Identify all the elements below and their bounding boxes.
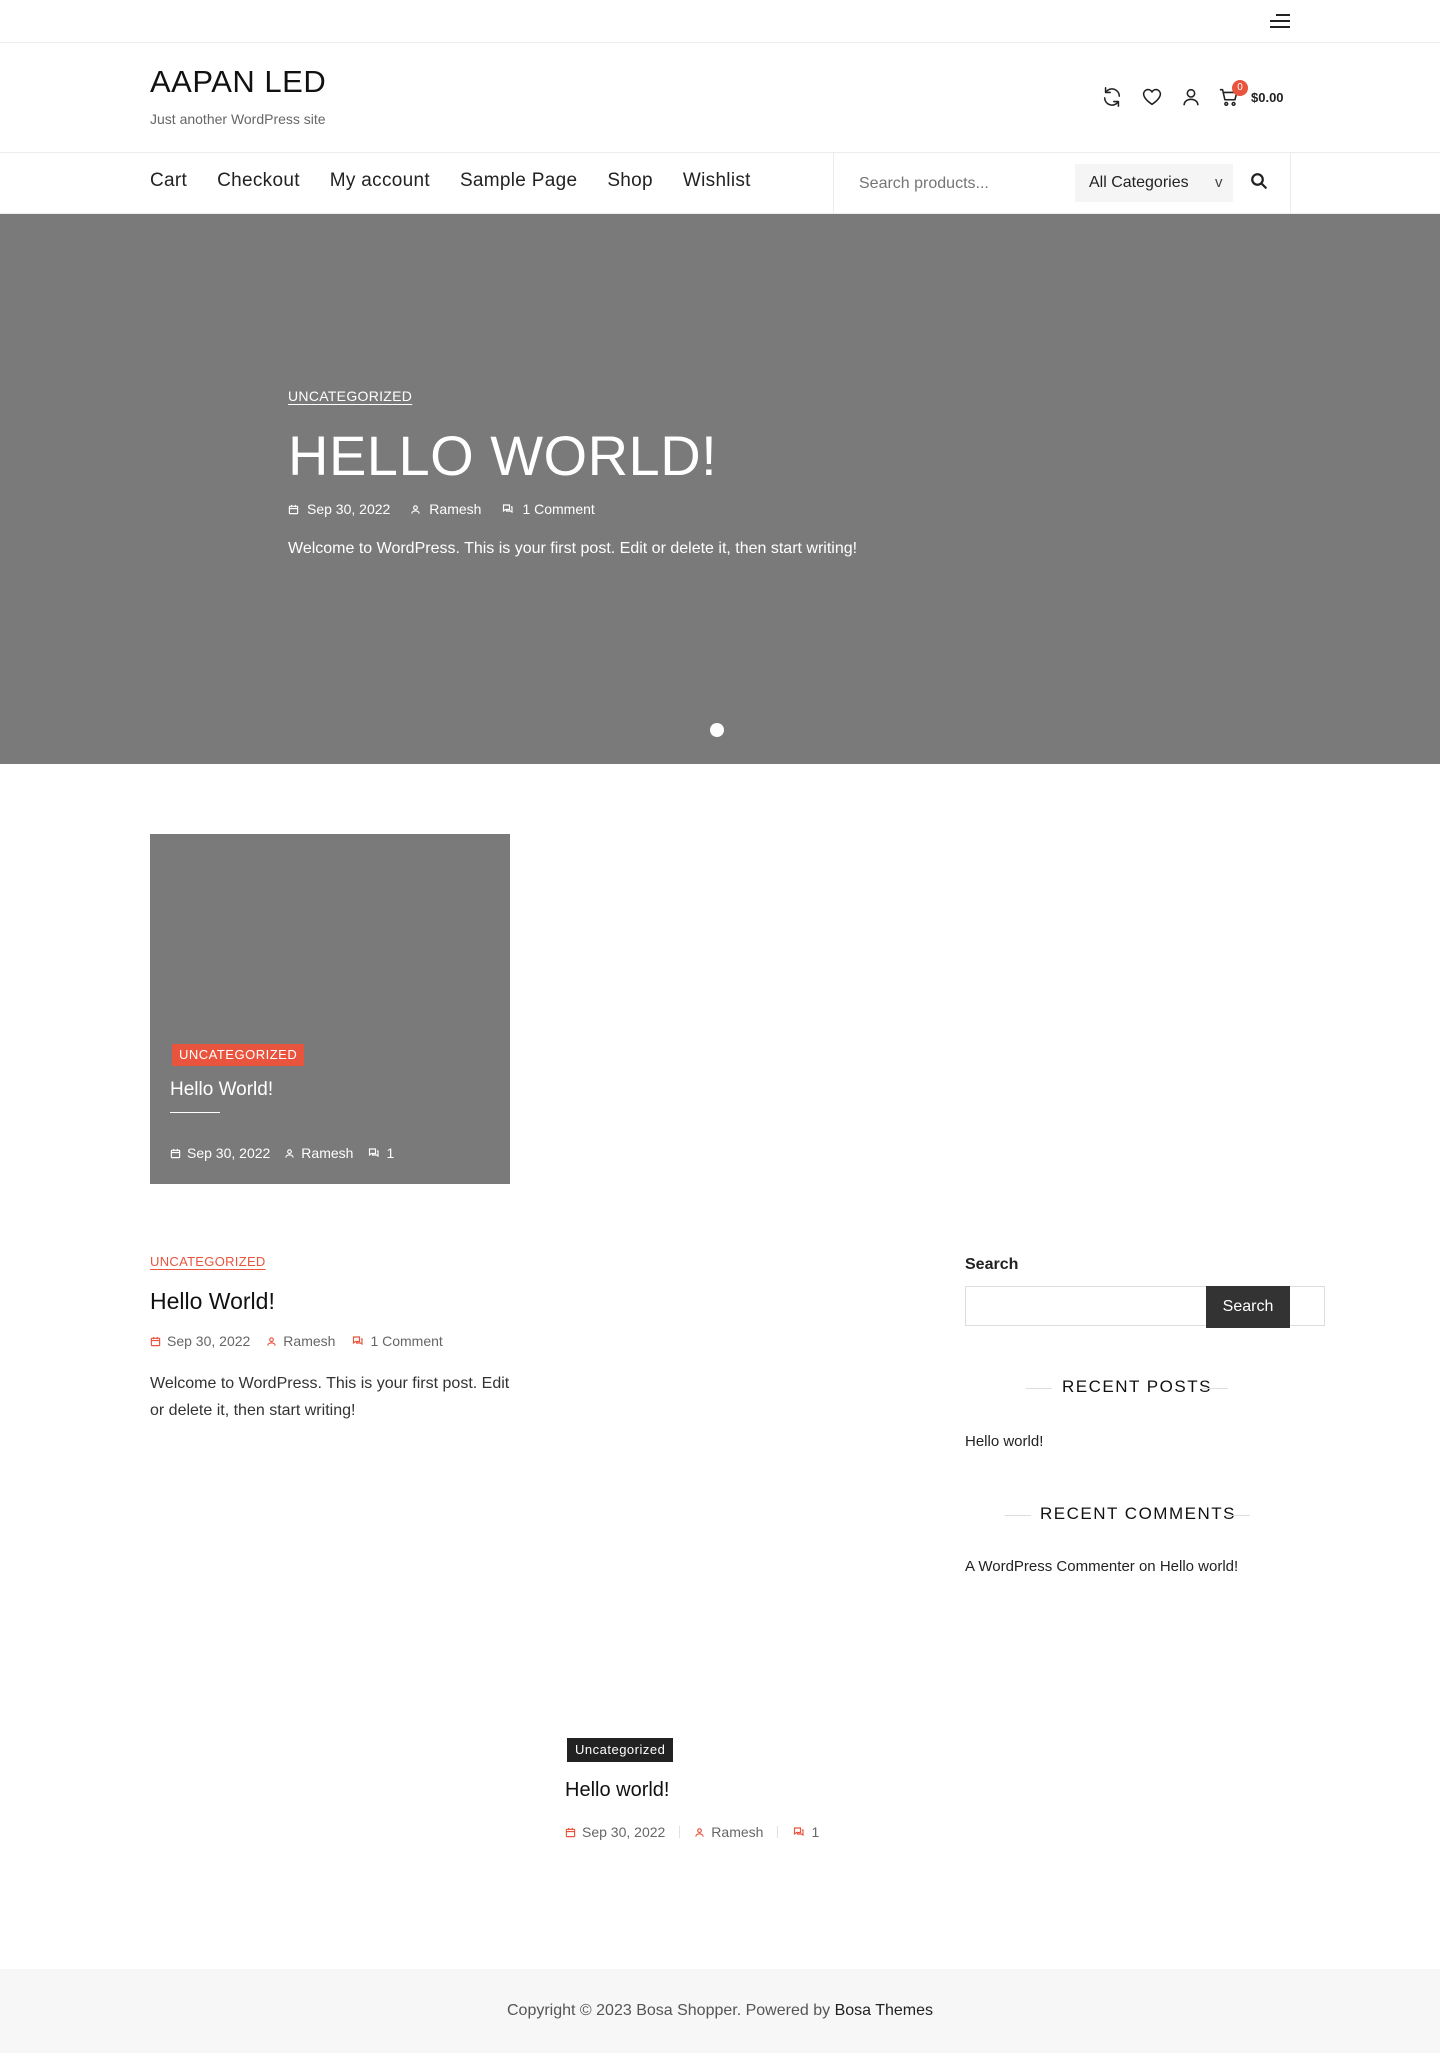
card-comments[interactable]: 1 xyxy=(386,1145,394,1161)
nav-item-shop[interactable]: Shop xyxy=(607,170,653,196)
featured-post-card[interactable] xyxy=(150,834,510,1184)
comment-icon xyxy=(503,504,514,514)
card-author[interactable]: Ramesh xyxy=(301,1145,353,1161)
nav-item-wishlist[interactable]: Wishlist xyxy=(683,170,751,196)
user-icon xyxy=(285,1148,295,1158)
footer-brand-link[interactable]: Bosa Themes xyxy=(835,2002,933,2019)
post-excerpt: Welcome to WordPress. This is your first… xyxy=(150,1375,510,1419)
card-date[interactable]: Sep 30, 2022 xyxy=(187,1145,270,1161)
bottom-post-meta: Sep 30, 2022 Ramesh 1 xyxy=(565,1824,833,1840)
bottom-post-comments[interactable]: 1 xyxy=(811,1824,819,1840)
comment-icon xyxy=(794,1827,805,1837)
user-icon xyxy=(411,504,421,514)
top-bar xyxy=(0,0,1440,43)
comment-icon xyxy=(353,1336,364,1346)
card-meta: Sep 30, 2022 Ramesh 1 xyxy=(170,1145,408,1161)
user-icon xyxy=(267,1336,277,1346)
recent-posts-heading: RECENT POSTS xyxy=(1062,1377,1212,1396)
footer-copyright: Copyright © 2023 Bosa Shopper. Powered b… xyxy=(0,2002,1440,2020)
recent-comment: A WordPress Commenter on Hello world! xyxy=(965,1558,1238,1575)
cart-count-badge: 0 xyxy=(1232,80,1248,96)
hero-excerpt: Welcome to WordPress. This is your first… xyxy=(288,540,858,557)
hero-slider xyxy=(0,214,1440,764)
comment-post-link[interactable]: Hello world! xyxy=(1160,1558,1238,1575)
calendar-icon xyxy=(288,504,299,514)
hero-comments[interactable]: 1 Comment xyxy=(522,501,594,517)
slider-dot[interactable] xyxy=(710,723,724,737)
heading-divider-left xyxy=(1026,1388,1052,1389)
hero-author[interactable]: Ramesh xyxy=(429,501,481,517)
user-icon xyxy=(695,1827,705,1837)
main-nav: Cart Checkout My account Sample Page Sho… xyxy=(150,170,781,196)
post-author[interactable]: Ramesh xyxy=(283,1333,335,1349)
sidebar-search-label: Search xyxy=(965,1256,1019,1273)
site-title[interactable]: AAPAN LED xyxy=(150,64,326,100)
heading-divider-right xyxy=(1202,1388,1228,1389)
bottom-post-date[interactable]: Sep 30, 2022 xyxy=(582,1824,665,1840)
post-date[interactable]: Sep 30, 2022 xyxy=(167,1333,250,1349)
post-title[interactable]: Hello World! xyxy=(150,1288,275,1315)
post-comments[interactable]: 1 Comment xyxy=(370,1333,442,1349)
menu-icon[interactable] xyxy=(1270,13,1290,29)
hero-title[interactable]: HELLO WORLD! xyxy=(288,423,717,488)
comment-on-text: on xyxy=(1138,1558,1156,1575)
hero-category-link[interactable]: UNCATEGORIZED xyxy=(288,388,412,404)
post-category-link[interactable]: UNCATEGORIZED xyxy=(150,1254,266,1269)
calendar-icon xyxy=(565,1827,576,1837)
refresh-icon[interactable] xyxy=(1101,86,1125,110)
product-search-input[interactable] xyxy=(857,170,1071,198)
category-select-value: All Categories xyxy=(1089,174,1189,191)
meta-divider xyxy=(679,1826,681,1838)
search-icon[interactable] xyxy=(1250,172,1270,192)
post-meta: Sep 30, 2022 Ramesh 1 Comment xyxy=(150,1333,459,1349)
bottom-post-title[interactable]: Hello world! xyxy=(565,1779,669,1802)
recent-comments-heading: RECENT COMMENTS xyxy=(1040,1504,1236,1523)
bottom-post-category-badge[interactable]: Uncategorized xyxy=(567,1738,674,1762)
user-icon[interactable] xyxy=(1180,86,1204,110)
comment-icon xyxy=(369,1148,380,1158)
heart-icon[interactable] xyxy=(1141,86,1165,110)
copyright-text: Copyright © 2023 Bosa Shopper. Powered b… xyxy=(507,2002,831,2019)
nav-item-cart[interactable]: Cart xyxy=(150,170,187,196)
meta-divider xyxy=(777,1826,779,1838)
hero-meta: Sep 30, 2022 Ramesh 1 Comment xyxy=(288,501,615,517)
card-title-underline xyxy=(170,1112,220,1113)
nav-item-my-account[interactable]: My account xyxy=(330,170,430,196)
calendar-icon xyxy=(150,1336,161,1346)
sidebar-search-button[interactable]: Search xyxy=(1206,1286,1290,1328)
cart-total[interactable]: $0.00 xyxy=(1251,90,1284,105)
hero-date[interactable]: Sep 30, 2022 xyxy=(307,501,390,517)
chevron-down-icon: v xyxy=(1215,174,1223,191)
heading-divider-right xyxy=(1224,1515,1250,1516)
heading-divider-left xyxy=(1005,1515,1031,1516)
site-tagline: Just another WordPress site xyxy=(150,111,326,127)
comment-author-link[interactable]: A WordPress Commenter xyxy=(965,1558,1135,1575)
card-category-badge[interactable]: UNCATEGORIZED xyxy=(172,1044,305,1066)
nav-item-sample-page[interactable]: Sample Page xyxy=(460,170,577,196)
recent-post-link[interactable]: Hello world! xyxy=(965,1433,1043,1450)
nav-item-checkout[interactable]: Checkout xyxy=(217,170,300,196)
calendar-icon xyxy=(170,1148,181,1158)
card-title[interactable]: Hello World! xyxy=(170,1079,273,1101)
bottom-post-author[interactable]: Ramesh xyxy=(711,1824,763,1840)
